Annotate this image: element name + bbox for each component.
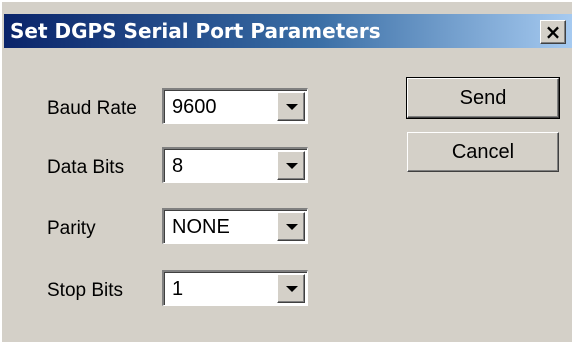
data-bits-value: 8: [172, 155, 184, 177]
window-title: Set DGPS Serial Port Parameters: [10, 19, 381, 43]
cancel-button[interactable]: Cancel: [407, 132, 559, 172]
title-bar[interactable]: Set DGPS Serial Port Parameters: [4, 14, 572, 48]
baud-rate-label: Baud Rate: [47, 98, 137, 119]
parity-label: Parity: [47, 218, 96, 239]
send-button[interactable]: Send: [406, 77, 560, 119]
parity-select[interactable]: NONE: [162, 208, 308, 244]
close-icon: ×: [544, 20, 562, 44]
chevron-down-icon[interactable]: [277, 92, 305, 121]
baud-rate-value: 9600: [172, 96, 217, 118]
stop-bits-value: 1: [172, 278, 184, 300]
chevron-down-icon[interactable]: [277, 151, 305, 180]
stop-bits-select[interactable]: 1: [162, 270, 308, 306]
data-bits-label: Data Bits: [47, 157, 125, 178]
dialog-window: Set DGPS Serial Port Parameters × Baud R…: [0, 0, 572, 342]
close-button[interactable]: ×: [540, 20, 566, 44]
parity-value: NONE: [172, 216, 230, 238]
stop-bits-label: Stop Bits: [47, 280, 124, 301]
data-bits-select[interactable]: 8: [162, 147, 308, 183]
chevron-down-icon[interactable]: [277, 274, 305, 303]
chevron-down-icon[interactable]: [277, 212, 305, 241]
baud-rate-select[interactable]: 9600: [162, 88, 308, 124]
